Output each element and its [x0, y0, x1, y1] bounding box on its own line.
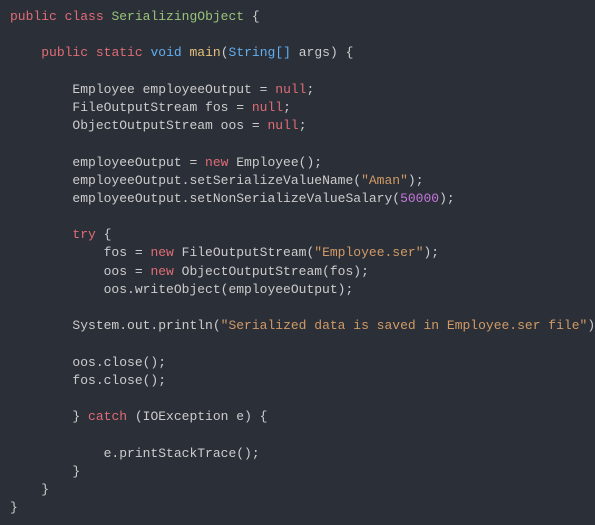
null-keyword: null [275, 82, 306, 97]
code-line: employeeOutput.setSerializeValueName("Am… [10, 173, 424, 188]
function-name: main [190, 45, 221, 60]
code-line: } [10, 464, 80, 479]
code-line: e.printStackTrace(); [10, 446, 260, 461]
null-keyword: null [267, 118, 298, 133]
code-line: employeeOutput.setNonSerializeValueSalar… [10, 191, 455, 206]
code-line: Employee employeeOutput = null; [10, 82, 314, 97]
string-literal: "Employee.ser" [314, 245, 423, 260]
code-block: public class SerializingObject { public … [0, 0, 595, 525]
code-line: fos.close(); [10, 373, 166, 388]
try-keyword: try [72, 227, 95, 242]
new-keyword: new [205, 155, 228, 170]
number-literal: 50000 [400, 191, 439, 206]
code-line: public static void main(String[] args) { [10, 45, 353, 60]
code-line: employeeOutput = new Employee(); [10, 155, 322, 170]
type: String[] [229, 45, 291, 60]
code-line: try { [10, 227, 111, 242]
new-keyword: new [150, 264, 173, 279]
code-line: oos = new ObjectOutputStream(fos); [10, 264, 369, 279]
keyword: void [150, 45, 181, 60]
keyword: class [65, 9, 104, 24]
class-name: SerializingObject [111, 9, 244, 24]
catch-keyword: catch [80, 409, 127, 424]
keyword: public [10, 9, 57, 24]
string-literal: "Aman" [361, 173, 408, 188]
code-line: fos = new FileOutputStream("Employee.ser… [10, 245, 439, 260]
code-line: ObjectOutputStream oos = null; [10, 118, 307, 133]
code-line: public class SerializingObject { [10, 9, 260, 24]
new-keyword: new [150, 245, 173, 260]
brace: { [244, 9, 260, 24]
code-line: oos.close(); [10, 355, 166, 370]
code-line: FileOutputStream fos = null; [10, 100, 291, 115]
code-line: System.out.println("Serialized data is s… [10, 318, 595, 333]
keyword: static [96, 45, 143, 60]
code-line: oos.writeObject(employeeOutput); [10, 282, 353, 297]
string-literal: "Serialized data is saved in Employee.se… [221, 318, 588, 333]
code-line: } catch (IOException e) { [10, 409, 267, 424]
null-keyword: null [252, 100, 283, 115]
keyword: public [41, 45, 88, 60]
code-line: } [10, 482, 49, 497]
